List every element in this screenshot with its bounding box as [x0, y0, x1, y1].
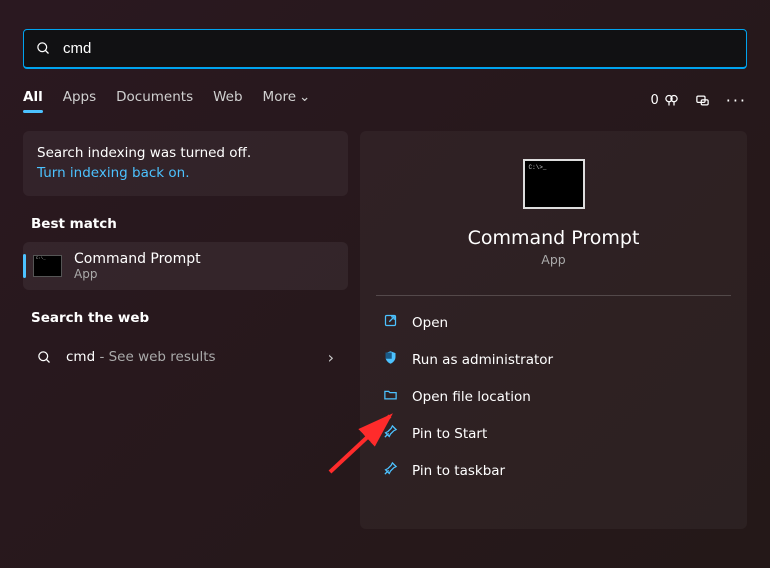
rewards-button[interactable]: 0	[650, 93, 678, 108]
search-web-heading: Search the web	[31, 310, 344, 326]
chevron-right-icon: ›	[328, 348, 334, 367]
search-box[interactable]	[23, 29, 747, 69]
web-suffix: - See web results	[95, 349, 215, 365]
action-open-file-location[interactable]: Open file location	[380, 380, 727, 413]
action-open[interactable]: Open	[380, 306, 727, 339]
best-match-heading: Best match	[31, 216, 344, 232]
web-search-result[interactable]: cmd - See web results ›	[23, 336, 348, 379]
command-prompt-icon	[33, 255, 62, 277]
results-pane: Search indexing was turned off. Turn ind…	[23, 131, 348, 529]
tab-more[interactable]: More⌄	[263, 89, 311, 111]
tab-apps[interactable]: Apps	[63, 89, 96, 111]
tab-all[interactable]: All	[23, 89, 43, 111]
folder-icon	[382, 387, 398, 406]
search-input[interactable]	[63, 40, 734, 57]
indexing-status-text: Search indexing was turned off.	[37, 143, 334, 163]
pin-icon	[382, 424, 398, 443]
more-options-icon[interactable]: ···	[726, 91, 747, 110]
tabs-row: All Apps Documents Web More⌄ 0 ···	[23, 89, 747, 111]
indexing-notice: Search indexing was turned off. Turn ind…	[23, 131, 348, 196]
result-type: App	[74, 267, 201, 281]
divider	[376, 295, 731, 296]
chevron-down-icon: ⌄	[299, 89, 310, 105]
detail-pane: Command Prompt App Open Run as administr…	[360, 131, 747, 529]
action-pin-to-taskbar[interactable]: Pin to taskbar	[380, 454, 727, 487]
search-icon	[36, 41, 51, 56]
web-query: cmd	[66, 349, 95, 365]
search-icon	[37, 350, 52, 365]
action-run-as-admin[interactable]: Run as administrator	[380, 343, 727, 376]
chat-icon[interactable]	[695, 93, 710, 108]
result-name: Command Prompt	[74, 251, 201, 267]
filter-tabs: All Apps Documents Web More⌄	[23, 89, 310, 111]
shield-icon	[382, 350, 398, 369]
tab-web[interactable]: Web	[213, 89, 242, 111]
indexing-turn-on-link[interactable]: Turn indexing back on.	[37, 163, 334, 183]
best-match-result[interactable]: Command Prompt App	[23, 242, 348, 290]
open-icon	[382, 313, 398, 332]
action-list: Open Run as administrator Open file loca…	[380, 306, 727, 487]
detail-title: Command Prompt	[468, 227, 640, 249]
action-pin-to-start[interactable]: Pin to Start	[380, 417, 727, 450]
command-prompt-icon	[523, 159, 585, 209]
toolbar-right: 0 ···	[650, 91, 747, 110]
pin-icon	[382, 461, 398, 480]
medal-icon	[664, 93, 679, 108]
tab-documents[interactable]: Documents	[116, 89, 193, 111]
detail-subtitle: App	[541, 252, 565, 267]
